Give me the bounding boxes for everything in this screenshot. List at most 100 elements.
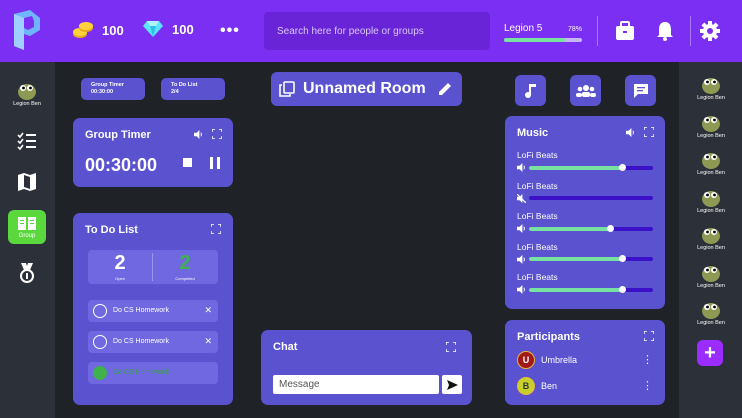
nav-group[interactable]: Group [8,210,46,244]
online-user[interactable]: Legion Ben [696,186,726,214]
chat-bubble-icon [633,83,648,98]
volume-slider[interactable] [529,163,653,171]
speaker-icon[interactable] [517,163,526,172]
todo-checkbox[interactable] [93,366,107,380]
online-user[interactable]: Legion Ben [696,111,726,139]
volume-slider-knob[interactable] [619,255,626,262]
volume-slider-knob[interactable] [606,224,614,232]
volume-slider[interactable] [529,255,653,262]
settings-gear-icon[interactable] [699,20,721,42]
user-avatar-icon [702,78,720,94]
speaker-icon[interactable] [517,254,526,264]
open-label: Open [115,276,125,281]
nav-map-icon[interactable] [8,163,46,201]
gems-value: 100 [172,21,194,37]
nav-profile[interactable]: Legion Ben [8,74,46,112]
online-user[interactable]: Legion Ben [696,148,726,176]
send-button[interactable] [442,375,462,394]
todo-fullscreen-icon[interactable] [211,224,221,234]
level-percent: 78% [567,26,582,33]
track-name: LoFi Beats [517,272,558,282]
volume-slider[interactable] [529,196,653,200]
timer-stop-icon[interactable] [183,158,192,167]
pill-timer-value: 00:30:00 [91,89,114,95]
chat-fullscreen-icon[interactable] [446,342,456,352]
gems-counter[interactable]: 100 [142,20,194,38]
open-count: 2 [114,252,126,274]
track-name: LoFi Beats [517,180,558,191]
level-bar-fill [504,38,565,42]
delete-todo-icon[interactable]: ✕ [204,336,212,347]
volume-slider[interactable] [529,285,653,293]
copy-icon[interactable] [279,81,295,97]
participants-toggle-button[interactable] [570,75,601,106]
music-toggle-button[interactable] [515,75,546,106]
todo-list-pill[interactable]: To Do List 2/4 [161,78,225,100]
level-progress: Legion 5 78% [504,23,582,42]
coins-counter[interactable]: 100 [72,20,124,40]
app-logo[interactable] [12,8,42,52]
chat-title: Chat [273,341,298,353]
user-avatar-icon [702,303,720,319]
volume-slider-fill [529,226,610,231]
online-user[interactable]: Legion Ben [696,223,726,251]
participant-more-icon[interactable]: ⋮ [642,379,653,392]
delete-todo-icon[interactable]: ✕ [204,305,212,316]
volume-slider[interactable] [529,224,653,232]
participants-fullscreen-icon[interactable] [644,331,654,341]
nav-achievements-medal-icon[interactable] [8,254,46,292]
chat-message-input[interactable] [273,375,439,394]
participant-name: Umbrella [541,355,578,365]
music-title: Music [517,127,549,139]
more-menu-icon[interactable]: ••• [220,22,240,40]
music-note-icon [524,83,536,98]
online-user[interactable]: Legion Ben [696,73,726,101]
todo-item[interactable]: Do CS Homework [88,362,218,384]
chat-toggle-button[interactable] [625,75,656,106]
speaker-icon[interactable] [517,224,526,233]
music-track: LoFi Beats [517,211,653,233]
todo-list-card: To Do List 2 Open 2 Completed Do CS Home… [73,213,233,405]
user-name: Legion Ben [697,320,725,326]
participants-title: Participants [517,331,580,343]
add-user-button[interactable]: + [697,340,723,366]
send-arrow-icon [446,379,458,390]
todo-item[interactable]: Do CS Homework ✕ [88,300,218,322]
nav-tasks-checklist-icon[interactable] [8,122,46,160]
room-title-bar[interactable]: Unnamed Room [271,72,462,106]
timer-value: 00:30:00 [85,155,158,175]
music-track: LoFi Beats [517,181,653,203]
muted-speaker-icon[interactable] [517,193,526,203]
participant-more-icon[interactable]: ⋮ [642,353,653,366]
volume-slider-knob[interactable] [619,163,626,171]
music-track: LoFi Beats [517,242,653,264]
notification-bell-icon[interactable] [654,20,676,42]
online-user[interactable]: Legion Ben [696,261,726,289]
volume-slider-fill [529,257,622,261]
timer-fullscreen-icon[interactable] [212,129,222,139]
completed-label: Completed [175,276,195,281]
music-fullscreen-icon[interactable] [644,127,654,137]
completed-count: 2 [179,252,191,274]
group-timer-pill[interactable]: Group Timer 00:30:00 [81,78,145,100]
speaker-icon[interactable] [517,285,526,294]
shop-bag-icon[interactable] [614,20,636,42]
top-bar: 100 100 ••• Legion 5 78% [0,0,742,62]
todo-checkbox[interactable] [93,335,107,349]
todo-item[interactable]: Do CS Homework ✕ [88,331,218,353]
edit-pencil-icon[interactable] [437,81,453,97]
track-name: LoFi Beats [517,241,558,252]
chat-card: Chat [261,330,472,405]
participant-name: Ben [541,381,558,391]
participant-row[interactable]: U Umbrella ⋮ [517,350,653,370]
online-user[interactable]: Legion Ben [696,298,726,326]
music-card: Music LoFi Beats LoFi Beats LoFi Beats LoFi… [505,116,665,309]
participant-row[interactable]: B Ben ⋮ [517,376,653,396]
music-volume-icon[interactable] [626,128,635,137]
timer-pause-icon[interactable] [210,157,220,169]
music-track: LoFi Beats [517,272,653,294]
search-input[interactable] [264,12,490,50]
todo-checkbox[interactable] [93,304,107,318]
timer-volume-icon[interactable] [194,130,203,139]
volume-slider-knob[interactable] [619,285,626,293]
